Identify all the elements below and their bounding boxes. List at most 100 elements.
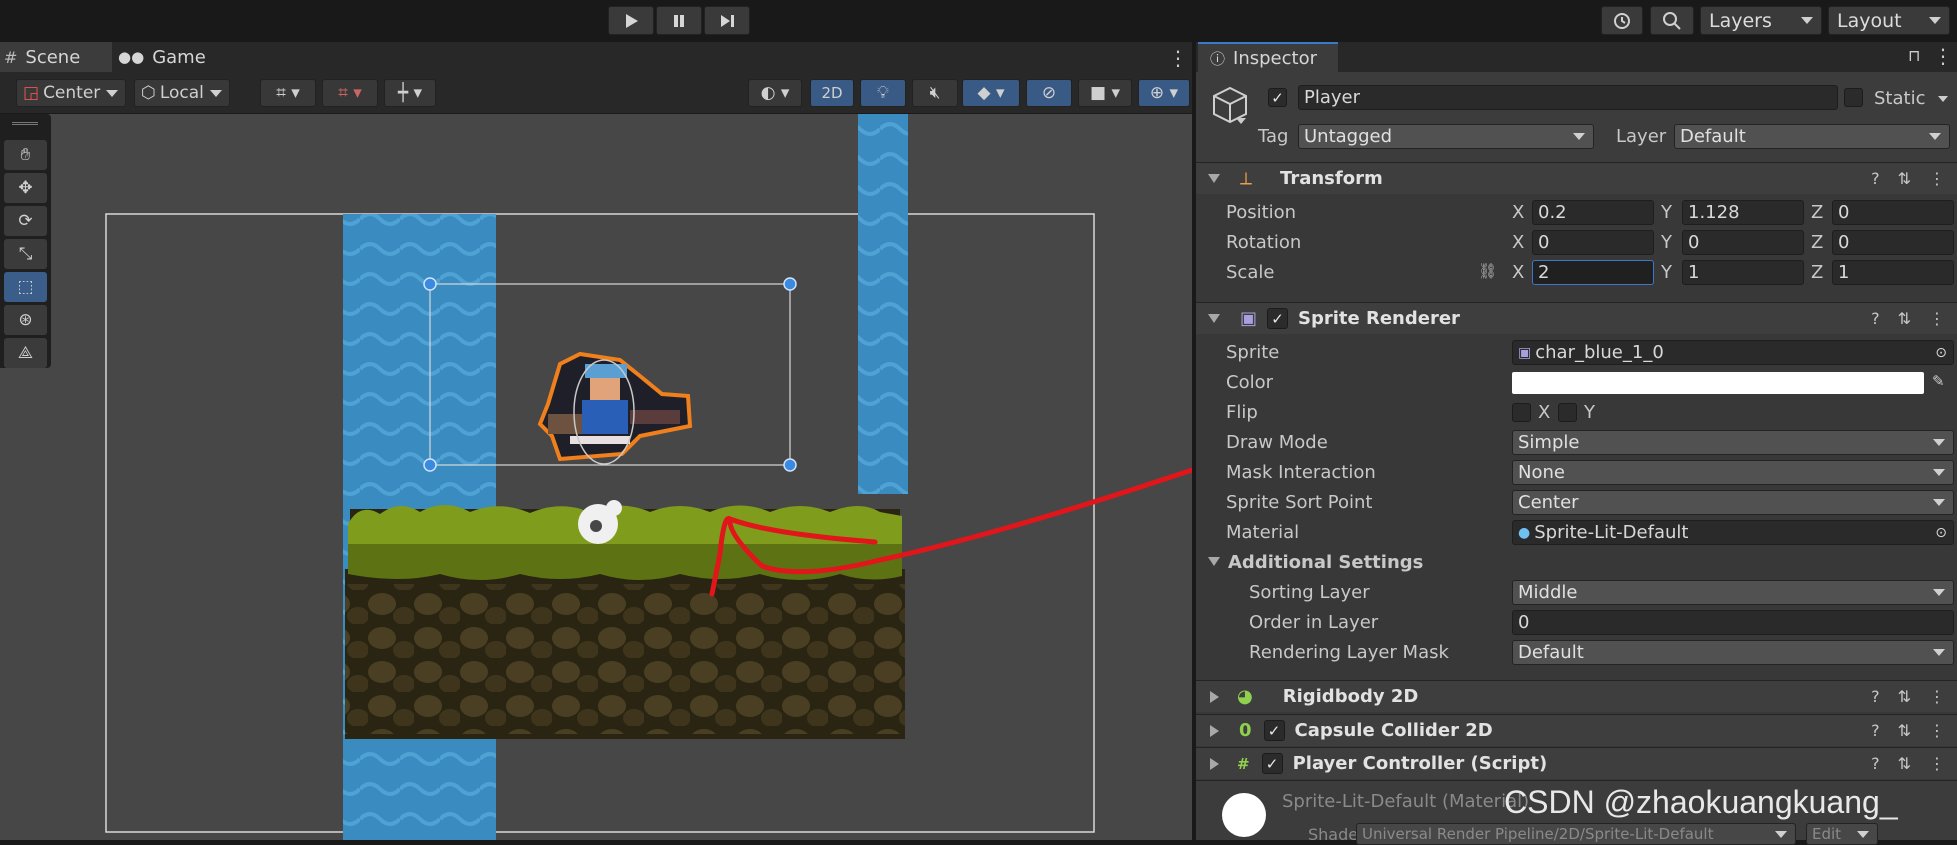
capsule-collider-2d-header[interactable]: 0 ✓ Capsule Collider 2D ? ⇅ ⋮ — [1196, 714, 1957, 746]
shading-mode-button[interactable]: ◐ ▾ — [748, 79, 802, 107]
position-z-field[interactable]: 0 — [1832, 200, 1954, 225]
preset-icon[interactable]: ⇅ — [1898, 754, 1911, 773]
help-icon[interactable]: ? — [1871, 721, 1880, 740]
tag-dropdown[interactable]: Untagged — [1298, 124, 1594, 149]
more-options-icon[interactable]: ⋮ — [1929, 169, 1945, 188]
layer-dropdown[interactable]: Default — [1674, 124, 1950, 149]
drag-handle[interactable] — [12, 122, 38, 125]
shader-dropdown[interactable]: Universal Render Pipeline/2D/Sprite-Lit-… — [1356, 823, 1796, 845]
top-toolbar: Layers Layout — [0, 0, 1957, 42]
capsule-collider-enabled-checkbox[interactable]: ✓ — [1263, 720, 1285, 741]
object-picker-icon[interactable]: ⊙ — [1935, 345, 1947, 361]
ruler-button[interactable]: ┿ ▾ — [384, 79, 436, 107]
object-picker-icon[interactable]: ⊙ — [1935, 525, 1947, 541]
lighting-button[interactable]: 💡︎ — [860, 79, 906, 107]
foldout-arrow-icon[interactable] — [1208, 314, 1220, 323]
color-swatch[interactable] — [1512, 372, 1924, 394]
sprite-object-field[interactable]: ▣ char_blue_1_0 ⊙ — [1512, 340, 1954, 365]
move-tool[interactable]: ✥ — [4, 173, 47, 203]
more-options-icon[interactable]: ⋮ — [1929, 309, 1945, 328]
step-button[interactable] — [704, 6, 750, 35]
pause-button[interactable] — [656, 6, 702, 35]
increment-snap-button[interactable]: ⌗ ▾ — [322, 79, 378, 107]
constrain-proportions-icon[interactable]: ⛓︎ — [1478, 262, 1497, 280]
additional-settings-label[interactable]: Additional Settings — [1228, 552, 1423, 573]
pivot-rotation-dropdown[interactable]: ⬡ Local — [134, 79, 230, 107]
more-options-icon[interactable]: ⋮ — [1168, 46, 1188, 70]
more-options-icon[interactable]: ⋮ — [1933, 44, 1953, 68]
rigidbody-2d-header[interactable]: ◕ Rigidbody 2D ? ⇅ ⋮ — [1196, 680, 1957, 712]
sprite-sort-point-dropdown[interactable]: Center — [1512, 490, 1954, 515]
rect-tool[interactable]: ⬚ — [4, 272, 47, 302]
hand-tool[interactable]: ✋︎ — [4, 140, 47, 170]
chevron-down-icon[interactable] — [1236, 118, 1246, 124]
mode-2d-button[interactable]: 2D — [810, 79, 854, 107]
scale-x-field[interactable]: 2 — [1532, 260, 1654, 285]
more-options-icon[interactable]: ⋮ — [1929, 754, 1945, 773]
play-button[interactable] — [608, 6, 654, 35]
flip-x-checkbox[interactable] — [1512, 403, 1531, 422]
object-name-field[interactable]: Player — [1298, 85, 1838, 110]
preset-icon[interactable]: ⇅ — [1898, 169, 1911, 188]
draw-mode-dropdown[interactable]: Simple — [1512, 430, 1954, 455]
order-in-layer-field[interactable]: 0 — [1512, 610, 1954, 635]
foldout-arrow-icon[interactable] — [1210, 690, 1219, 703]
help-icon[interactable]: ? — [1871, 309, 1880, 328]
custom-tool[interactable]: ⟁ — [4, 338, 47, 368]
mask-interaction-dropdown[interactable]: None — [1512, 460, 1954, 485]
effects-button[interactable]: ◆ ▾ — [962, 79, 1020, 107]
chevron-down-icon[interactable] — [1938, 96, 1948, 102]
camera-button[interactable]: ■ ▾ — [1078, 79, 1132, 107]
position-x-field[interactable]: 0.2 — [1532, 200, 1654, 225]
active-checkbox[interactable]: ✓ — [1268, 88, 1287, 107]
tab-inspector[interactable]: ⓘ Inspector — [1198, 42, 1338, 72]
preset-icon[interactable]: ⇅ — [1898, 721, 1911, 740]
pivot-mode-dropdown[interactable]: ◲ Center — [16, 79, 126, 107]
foldout-arrow-icon[interactable] — [1208, 174, 1220, 183]
transform-header[interactable]: ⟂ Transform ? ⇅ ⋮ — [1196, 162, 1957, 194]
layers-dropdown[interactable]: Layers — [1700, 6, 1822, 35]
eyedropper-icon[interactable]: ✎ — [1932, 372, 1945, 390]
rotation-y-field[interactable]: 0 — [1682, 230, 1804, 255]
tab-game[interactable]: ●● Game — [118, 42, 218, 72]
sprite-renderer-enabled-checkbox[interactable]: ✓ — [1267, 308, 1289, 329]
grid-snap-button[interactable]: ⌗ ▾ — [260, 79, 316, 107]
sorting-layer-dropdown[interactable]: Middle — [1512, 580, 1954, 605]
foldout-arrow-icon[interactable] — [1210, 757, 1219, 770]
more-options-icon[interactable]: ⋮ — [1929, 721, 1945, 740]
layout-dropdown[interactable]: Layout — [1828, 6, 1950, 35]
sprite-renderer-header[interactable]: ▣ ✓ Sprite Renderer ? ⇅ ⋮ — [1196, 302, 1957, 334]
flip-y-checkbox[interactable] — [1558, 403, 1577, 422]
lock-icon[interactable]: ⊓ — [1908, 46, 1920, 65]
history-button[interactable] — [1601, 6, 1643, 35]
audio-button[interactable]: 🔇︎ — [912, 79, 958, 107]
tab-scene[interactable]: # Scene — [0, 42, 112, 72]
rotation-x-field[interactable]: 0 — [1532, 230, 1654, 255]
scale-y-field[interactable]: 1 — [1682, 260, 1804, 285]
foldout-arrow-icon[interactable] — [1210, 724, 1219, 737]
gizmos-button[interactable]: ⊕ ▾ — [1138, 79, 1190, 107]
help-icon[interactable]: ? — [1871, 687, 1880, 706]
hidden-objects-button[interactable]: ⊘ — [1026, 79, 1072, 107]
player-controller-header[interactable]: # ✓ Player Controller (Script) ? ⇅ ⋮ — [1196, 747, 1957, 779]
scale-z-field[interactable]: 1 — [1832, 260, 1954, 285]
static-checkbox[interactable] — [1844, 88, 1863, 107]
player-controller-enabled-checkbox[interactable]: ✓ — [1261, 753, 1283, 774]
rotation-z-field[interactable]: 0 — [1832, 230, 1954, 255]
position-y-field[interactable]: 1.128 — [1682, 200, 1804, 225]
search-button[interactable] — [1650, 6, 1694, 35]
help-icon[interactable]: ? — [1871, 169, 1880, 188]
foldout-arrow-icon[interactable] — [1208, 557, 1220, 566]
help-icon[interactable]: ? — [1871, 754, 1880, 773]
preset-icon[interactable]: ⇅ — [1898, 687, 1911, 706]
shader-edit-button[interactable]: Edit — [1806, 823, 1878, 845]
rendering-layer-mask-dropdown[interactable]: Default — [1512, 640, 1954, 665]
more-options-icon[interactable]: ⋮ — [1929, 687, 1945, 706]
hand-icon: ✋︎ — [20, 145, 31, 165]
transform-tool[interactable]: ⊛ — [4, 305, 47, 335]
scene-view[interactable] — [0, 114, 1192, 840]
scale-tool[interactable]: ⤡ — [4, 239, 47, 269]
material-object-field[interactable]: ● Sprite-Lit-Default ⊙ — [1512, 520, 1954, 545]
preset-icon[interactable]: ⇅ — [1898, 309, 1911, 328]
rotate-tool[interactable]: ⟳ — [4, 206, 47, 236]
